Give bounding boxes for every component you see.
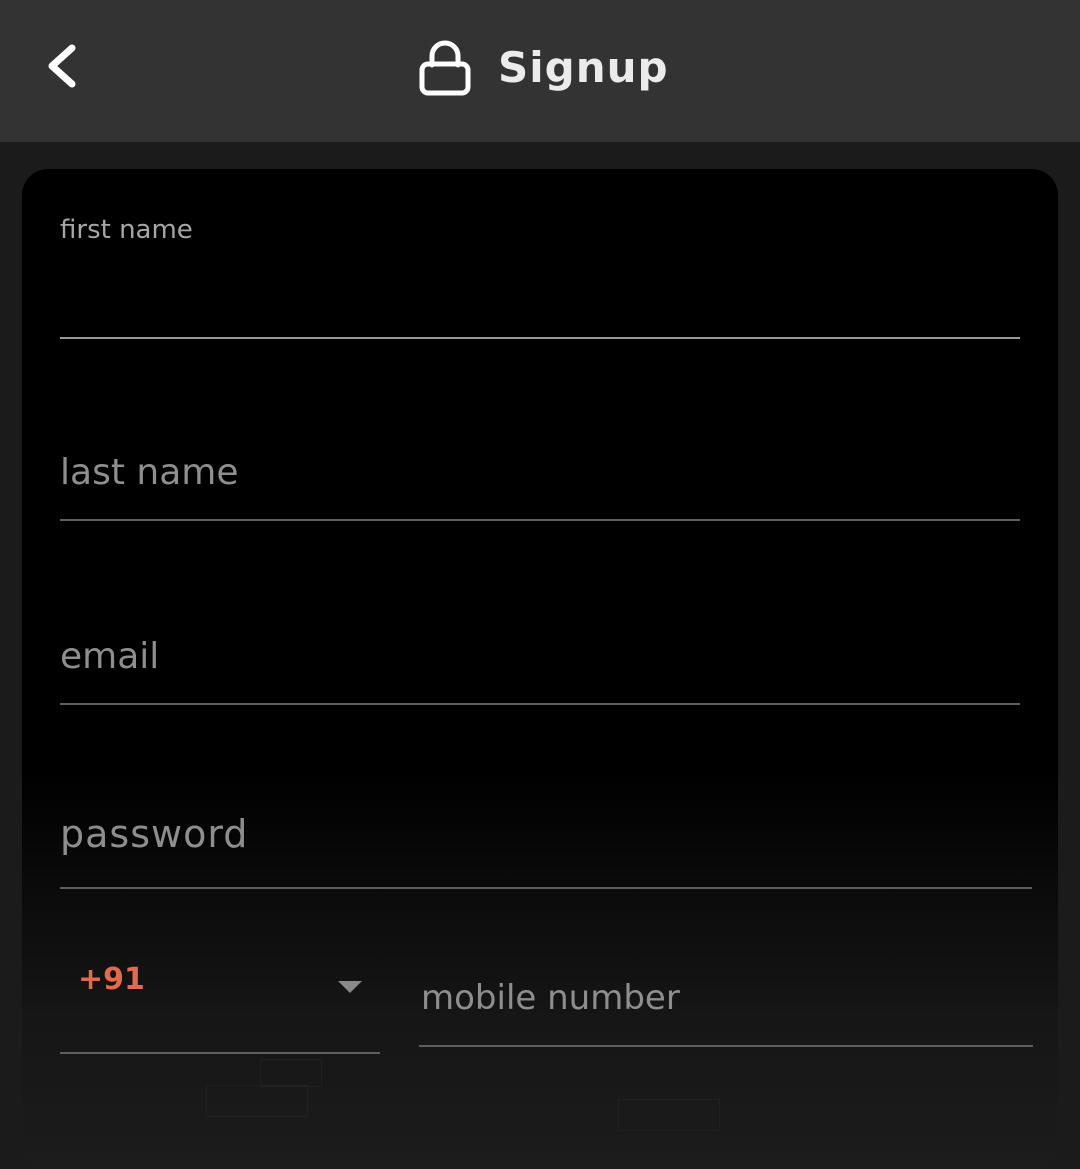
password-label: password [60, 812, 249, 856]
chevron-left-icon [48, 44, 76, 88]
last-name-field[interactable]: last name [60, 425, 1020, 525]
last-name-label: last name [60, 452, 239, 493]
email-label: email [60, 636, 160, 677]
lock-icon [419, 40, 471, 96]
country-code-dropdown[interactable]: +91 [60, 949, 380, 1057]
password-underline [60, 887, 1032, 889]
app-bar: Signup [0, 0, 1080, 142]
faint-artifact [206, 1085, 308, 1117]
page-title: Signup [498, 43, 669, 92]
dropdown-arrow-icon [338, 981, 362, 993]
email-underline [60, 703, 1020, 705]
first-name-field[interactable]: first name [60, 209, 1020, 341]
faint-artifact [618, 1099, 720, 1131]
mobile-number-underline [419, 1045, 1033, 1047]
last-name-underline [60, 519, 1020, 521]
faint-artifact [260, 1059, 322, 1087]
first-name-label: first name [60, 215, 193, 245]
app-bar-title-group: Signup [418, 36, 669, 100]
back-button[interactable] [36, 34, 96, 98]
mobile-number-label: mobile number [421, 978, 680, 1018]
mobile-number-field[interactable]: mobile number [419, 959, 1033, 1059]
country-code-underline [60, 1052, 380, 1054]
email-field[interactable]: email [60, 609, 1020, 709]
first-name-underline [60, 337, 1020, 339]
password-field[interactable]: password [60, 791, 1032, 891]
signup-form-card: first name last name email password +91 … [22, 169, 1058, 1169]
country-code-value: +91 [78, 962, 145, 997]
